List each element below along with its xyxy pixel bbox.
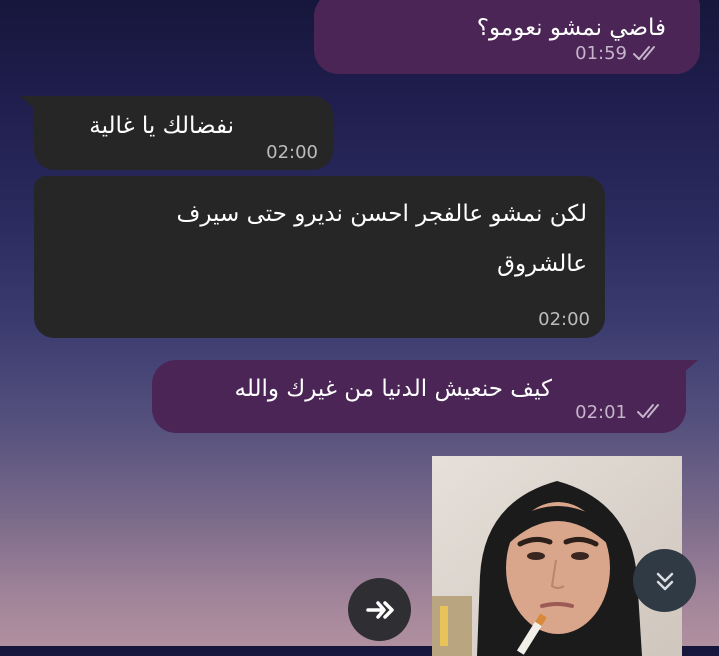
- message-text: كيف حنعيش الدنيا من غيرك والله: [234, 376, 553, 402]
- double-check-icon: [637, 404, 659, 418]
- message-bubble-outgoing[interactable]: كيف حنعيش الدنيا من غيرك والله 02:01: [152, 360, 686, 433]
- message-text-line: عالشروق: [497, 251, 587, 277]
- message-time: 02:00: [266, 142, 318, 163]
- forward-button[interactable]: [348, 578, 411, 641]
- forward-icon: [365, 600, 394, 619]
- message-text-line: لكن نمشو عالفجر احسن نديرو حتى سيرف: [176, 201, 587, 227]
- message-time: 02:00: [538, 309, 590, 330]
- message-time: 01:59: [575, 43, 627, 64]
- chevron-double-down-icon: [656, 572, 673, 590]
- message-bubble-incoming[interactable]: نفضالك يا غالية 02:00: [34, 96, 333, 170]
- double-check-icon: [633, 46, 655, 60]
- message-time: 02:01: [575, 402, 627, 423]
- scroll-down-button[interactable]: [633, 549, 696, 612]
- message-bubble-incoming[interactable]: لكن نمشو عالفجر احسن نديرو حتى سيرف عالش…: [34, 176, 605, 338]
- message-text: نفضالك يا غالية: [89, 113, 234, 139]
- message-bubble-outgoing[interactable]: فاضي نمشو نعومو؟ 01:59: [314, 0, 700, 74]
